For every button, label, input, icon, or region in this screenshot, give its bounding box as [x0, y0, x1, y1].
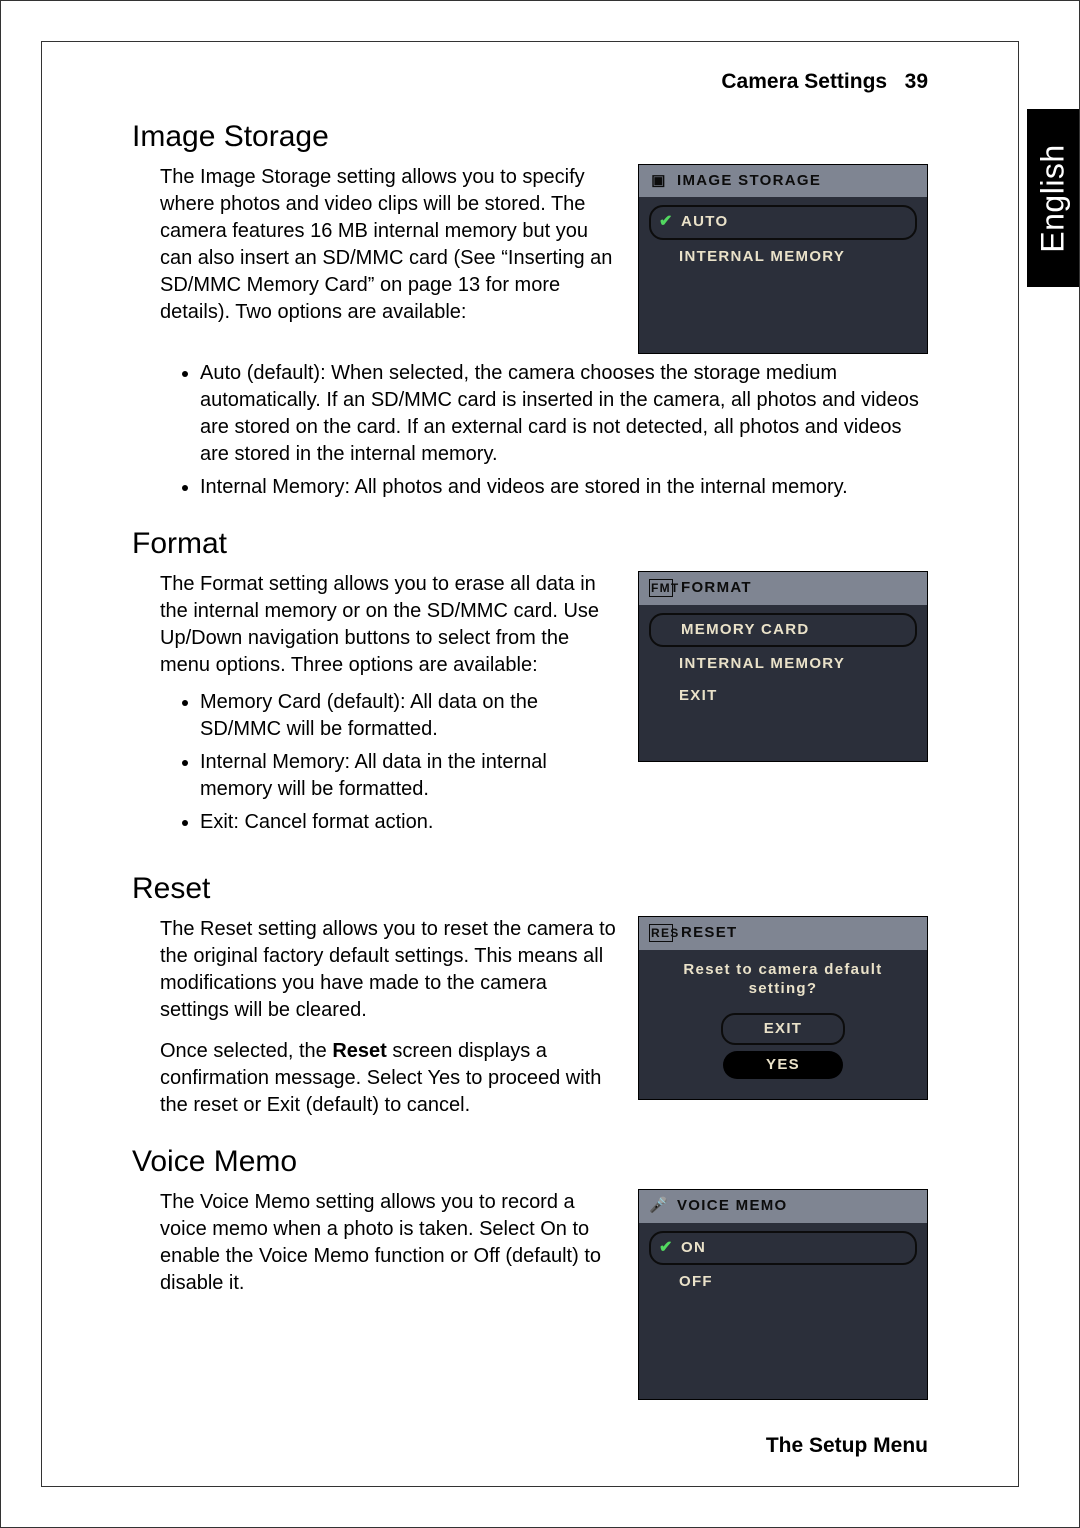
section-voice-memo: The Voice Memo setting allows you to rec… — [160, 1189, 928, 1399]
button-label: EXIT — [764, 1020, 803, 1037]
menu-option-memory-card[interactable]: MEMORY CARD — [649, 613, 917, 647]
screen-title: FORMAT — [681, 578, 752, 598]
section-format: The Format setting allows you to erase a… — [160, 571, 928, 846]
screen-format: FMT FORMAT MEMORY CARD INTERNAL MEMORY — [638, 571, 928, 761]
screen-title: VOICE MEMO — [677, 1196, 788, 1216]
check-icon: ✔ — [659, 211, 674, 233]
heading-image-storage: Image Storage — [132, 120, 928, 154]
section-reset: The Reset setting allows you to reset th… — [160, 916, 928, 1119]
format-bullet-3: Exit: Cancel format action. — [200, 809, 616, 836]
format-icon: FMT — [649, 579, 673, 597]
check-icon: ✔ — [659, 1237, 674, 1259]
format-intro: The Format setting allows you to erase a… — [160, 571, 616, 679]
reset-intro-1: The Reset setting allows you to reset th… — [160, 916, 616, 1024]
menu-option-on[interactable]: ✔ ON — [649, 1231, 917, 1265]
voice-memo-intro: The Voice Memo setting allows you to rec… — [160, 1189, 616, 1297]
menu-option-off[interactable]: OFF — [649, 1267, 917, 1297]
button-label: YES — [766, 1056, 800, 1073]
option-label: OFF — [679, 1273, 713, 1290]
page-frame: Camera Settings 39 Image Storage The Ima… — [41, 41, 1019, 1487]
option-label: INTERNAL MEMORY — [679, 248, 845, 265]
header-page-number: 39 — [905, 70, 928, 93]
reset-intro2-bold: Reset — [332, 1040, 386, 1062]
header-title: Camera Settings — [721, 70, 887, 93]
reset-intro2-pre: Once selected, the — [160, 1040, 332, 1062]
image-storage-bullet-2: Internal Memory: All photos and videos a… — [200, 474, 928, 501]
page-header: Camera Settings 39 — [132, 70, 928, 94]
reset-icon: RES — [649, 924, 673, 942]
storage-icon: ▣ — [649, 171, 669, 191]
screen-title: RESET — [681, 923, 738, 943]
language-label: English — [1035, 144, 1072, 252]
screen-reset: RES RESET Reset to camera default settin… — [638, 916, 928, 1100]
heading-voice-memo: Voice Memo — [132, 1145, 928, 1179]
reset-prompt: Reset to camera default setting? — [639, 950, 927, 1001]
screen-image-storage: ▣ IMAGE STORAGE ✔ AUTO INTERNAL MEMORY — [638, 164, 928, 354]
manual-page: Camera Settings 39 Image Storage The Ima… — [0, 0, 1080, 1528]
option-label: ON — [681, 1239, 706, 1256]
format-bullet-2: Internal Memory: All data in the interna… — [200, 749, 616, 803]
option-label: INTERNAL MEMORY — [679, 655, 845, 672]
page-footer: The Setup Menu — [766, 1434, 928, 1458]
heading-reset: Reset — [132, 872, 928, 906]
reset-intro-2: Once selected, the Reset screen displays… — [160, 1038, 616, 1119]
menu-option-internal-memory[interactable]: INTERNAL MEMORY — [649, 242, 917, 272]
image-storage-intro: The Image Storage setting allows you to … — [160, 164, 616, 326]
section-image-storage: The Image Storage setting allows you to … — [160, 164, 928, 501]
reset-button-yes[interactable]: YES — [723, 1051, 843, 1079]
reset-button-exit[interactable]: EXIT — [721, 1013, 845, 1045]
mic-icon: 🎤 — [649, 1196, 669, 1216]
menu-option-exit[interactable]: EXIT — [649, 681, 917, 711]
screen-voice-memo: 🎤 VOICE MEMO ✔ ON OFF — [638, 1189, 928, 1399]
menu-option-internal-memory[interactable]: INTERNAL MEMORY — [649, 649, 917, 679]
menu-option-auto[interactable]: ✔ AUTO — [649, 205, 917, 239]
option-label: AUTO — [681, 213, 728, 230]
screen-title: IMAGE STORAGE — [677, 171, 821, 191]
language-tab[interactable]: English — [1027, 109, 1079, 287]
option-label: EXIT — [679, 687, 718, 704]
option-label: MEMORY CARD — [681, 621, 809, 638]
format-bullet-1: Memory Card (default): All data on the S… — [200, 689, 616, 743]
heading-format: Format — [132, 527, 928, 561]
image-storage-bullet-1: Auto (default): When selected, the camer… — [200, 360, 928, 468]
